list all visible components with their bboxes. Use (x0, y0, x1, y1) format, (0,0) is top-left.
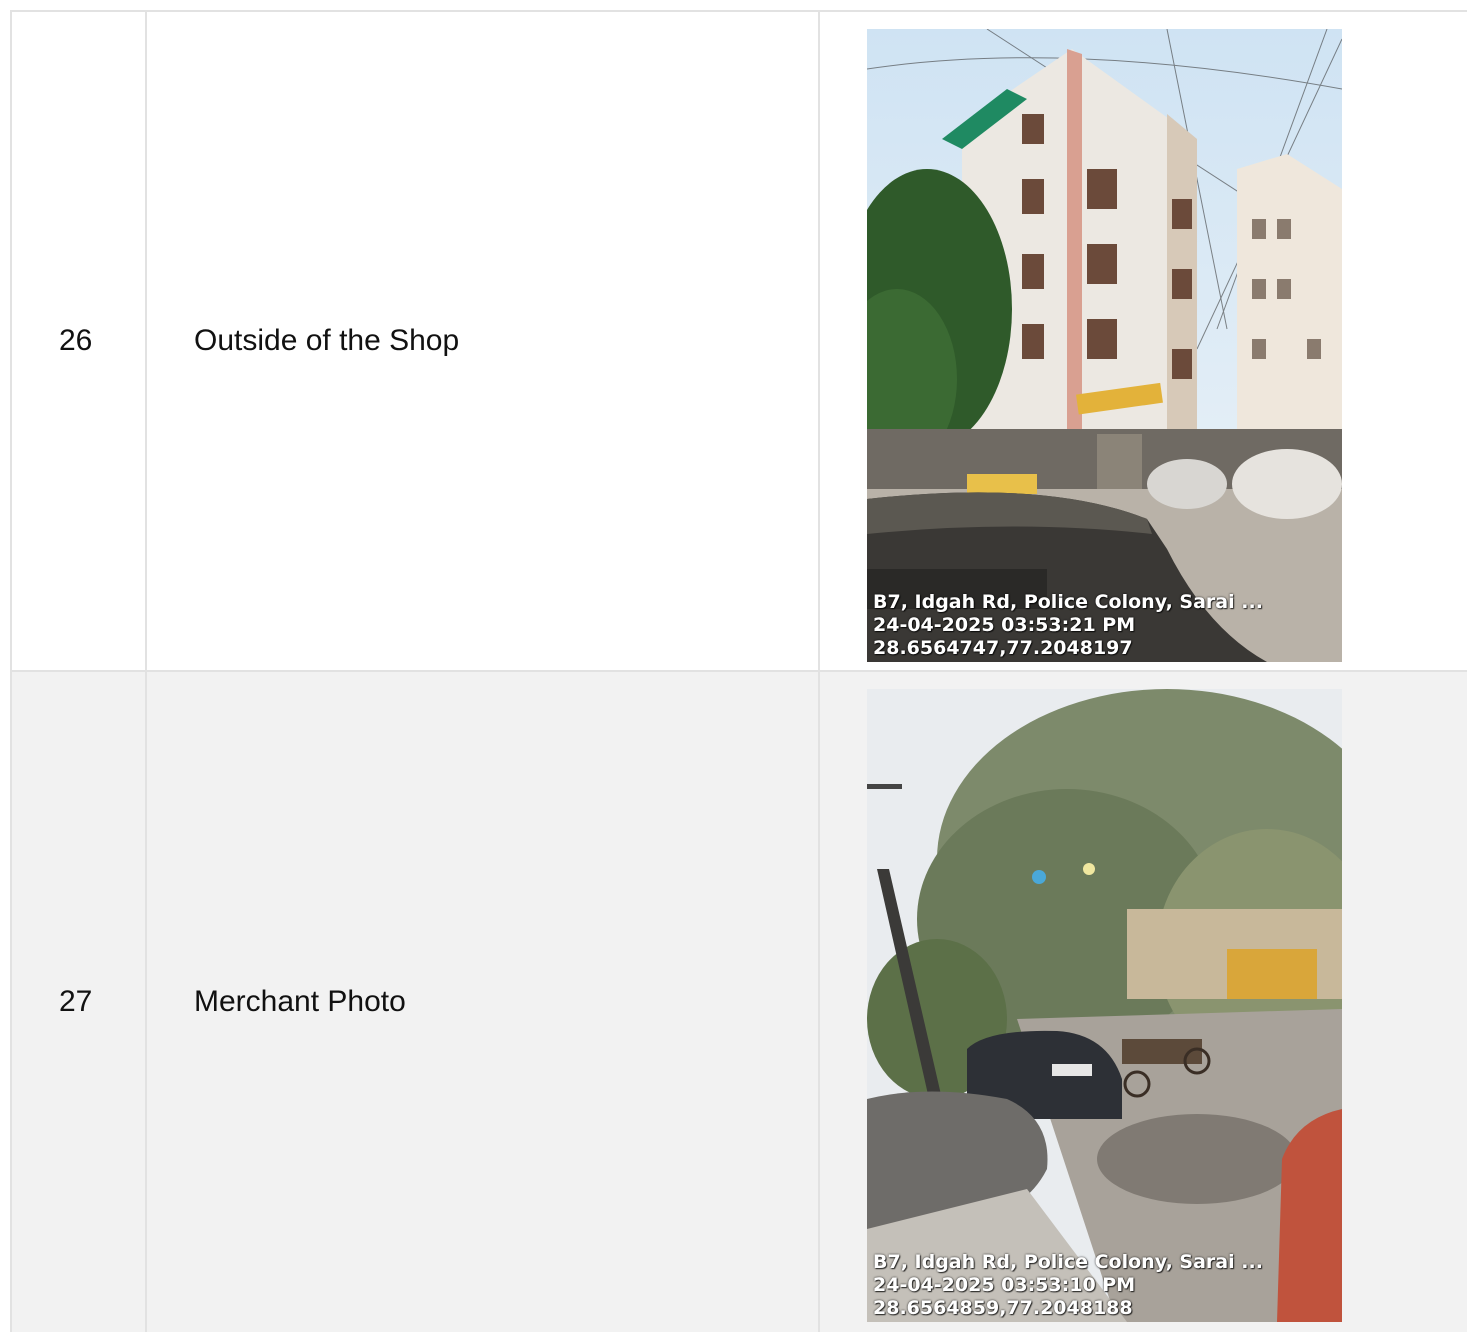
row-number: 27 (12, 672, 147, 1332)
row-number: 26 (12, 12, 147, 670)
photo-geotag-stamp: B7, Idgah Rd, Police Colony, Sarai ... 2… (873, 591, 1263, 660)
row-label: Merchant Photo (147, 672, 820, 1332)
table-row: 26 Outside of the Shop B7, Idgah Rd, Pol… (12, 12, 1467, 672)
stamp-address: B7, Idgah Rd, Police Colony, Sarai ... (873, 1251, 1263, 1273)
shop-exterior-photo: B7, Idgah Rd, Police Colony, Sarai ... 2… (867, 29, 1342, 662)
stamp-coordinates: 28.6564859,77.2048188 (873, 1297, 1133, 1319)
merchant-image (867, 689, 1342, 1322)
stamp-address: B7, Idgah Rd, Police Colony, Sarai ... (873, 591, 1263, 613)
merchant-photo: B7, Idgah Rd, Police Colony, Sarai ... 2… (867, 689, 1342, 1322)
table-row: 27 Merchant Photo B7, Idgah Rd, Police C… (12, 672, 1467, 1332)
photo-cell: B7, Idgah Rd, Police Colony, Sarai ... 2… (820, 12, 1467, 670)
photo-table: 26 Outside of the Shop B7, Idgah Rd, Pol… (10, 10, 1467, 1332)
stamp-datetime: 24-04-2025 03:53:10 PM (873, 1274, 1136, 1296)
shop-exterior-image (867, 29, 1342, 662)
stamp-datetime: 24-04-2025 03:53:21 PM (873, 614, 1136, 636)
photo-geotag-stamp: B7, Idgah Rd, Police Colony, Sarai ... 2… (873, 1251, 1263, 1320)
stamp-coordinates: 28.6564747,77.2048197 (873, 637, 1133, 659)
row-label: Outside of the Shop (147, 12, 820, 670)
photo-cell: B7, Idgah Rd, Police Colony, Sarai ... 2… (820, 672, 1467, 1332)
